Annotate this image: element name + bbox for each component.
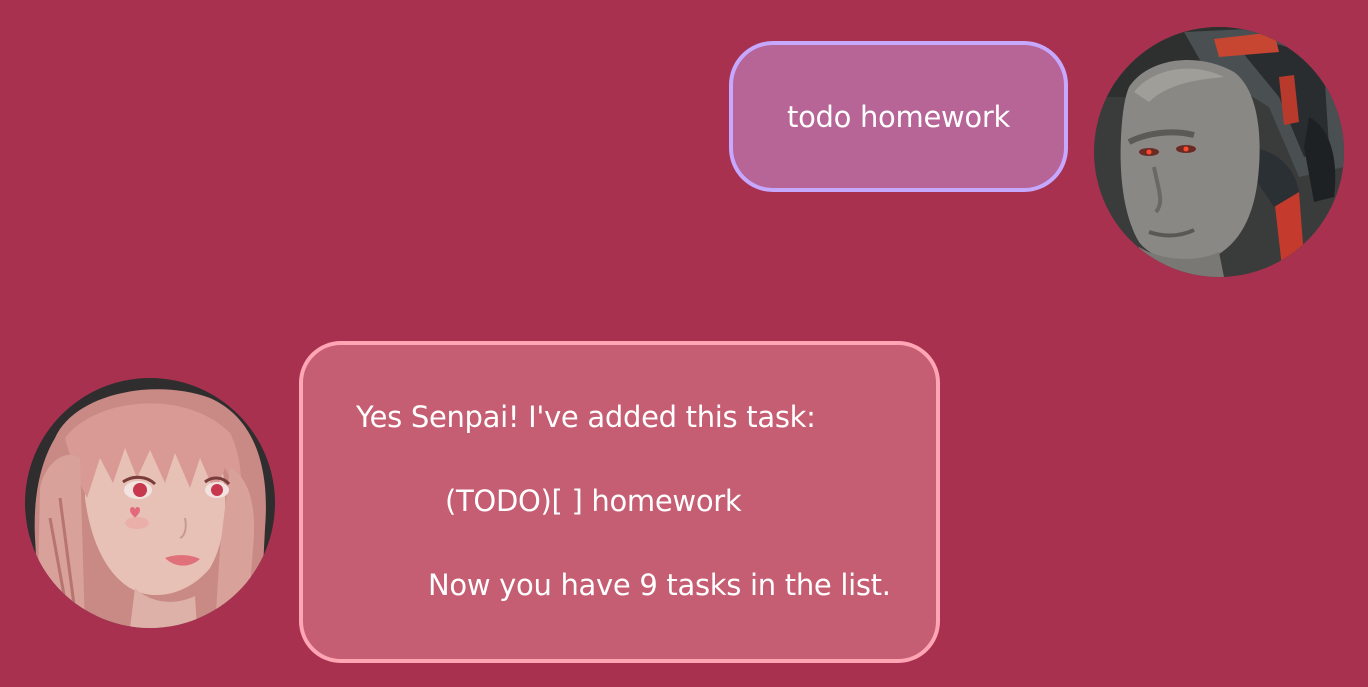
cyborg-man-avatar-icon bbox=[1094, 27, 1344, 277]
bot-message-line: Yes Senpai! I've added this task: bbox=[356, 400, 816, 434]
bot-message-count-line: Now you have 9 tasks in the list. bbox=[428, 568, 891, 602]
user-message-bubble: todo homework bbox=[729, 41, 1068, 192]
user-message-text: todo homework bbox=[787, 99, 1010, 134]
pink-hair-girl-avatar-icon bbox=[25, 378, 275, 628]
user-avatar bbox=[1094, 27, 1344, 277]
bot-message-task-line: (TODO)[ ] homework bbox=[445, 484, 742, 518]
bot-avatar bbox=[25, 378, 275, 628]
chat-area: todo homework Yes Senpai! I've added thi… bbox=[0, 0, 1368, 687]
bot-message-bubble: Yes Senpai! I've added this task: (TODO)… bbox=[299, 341, 940, 663]
